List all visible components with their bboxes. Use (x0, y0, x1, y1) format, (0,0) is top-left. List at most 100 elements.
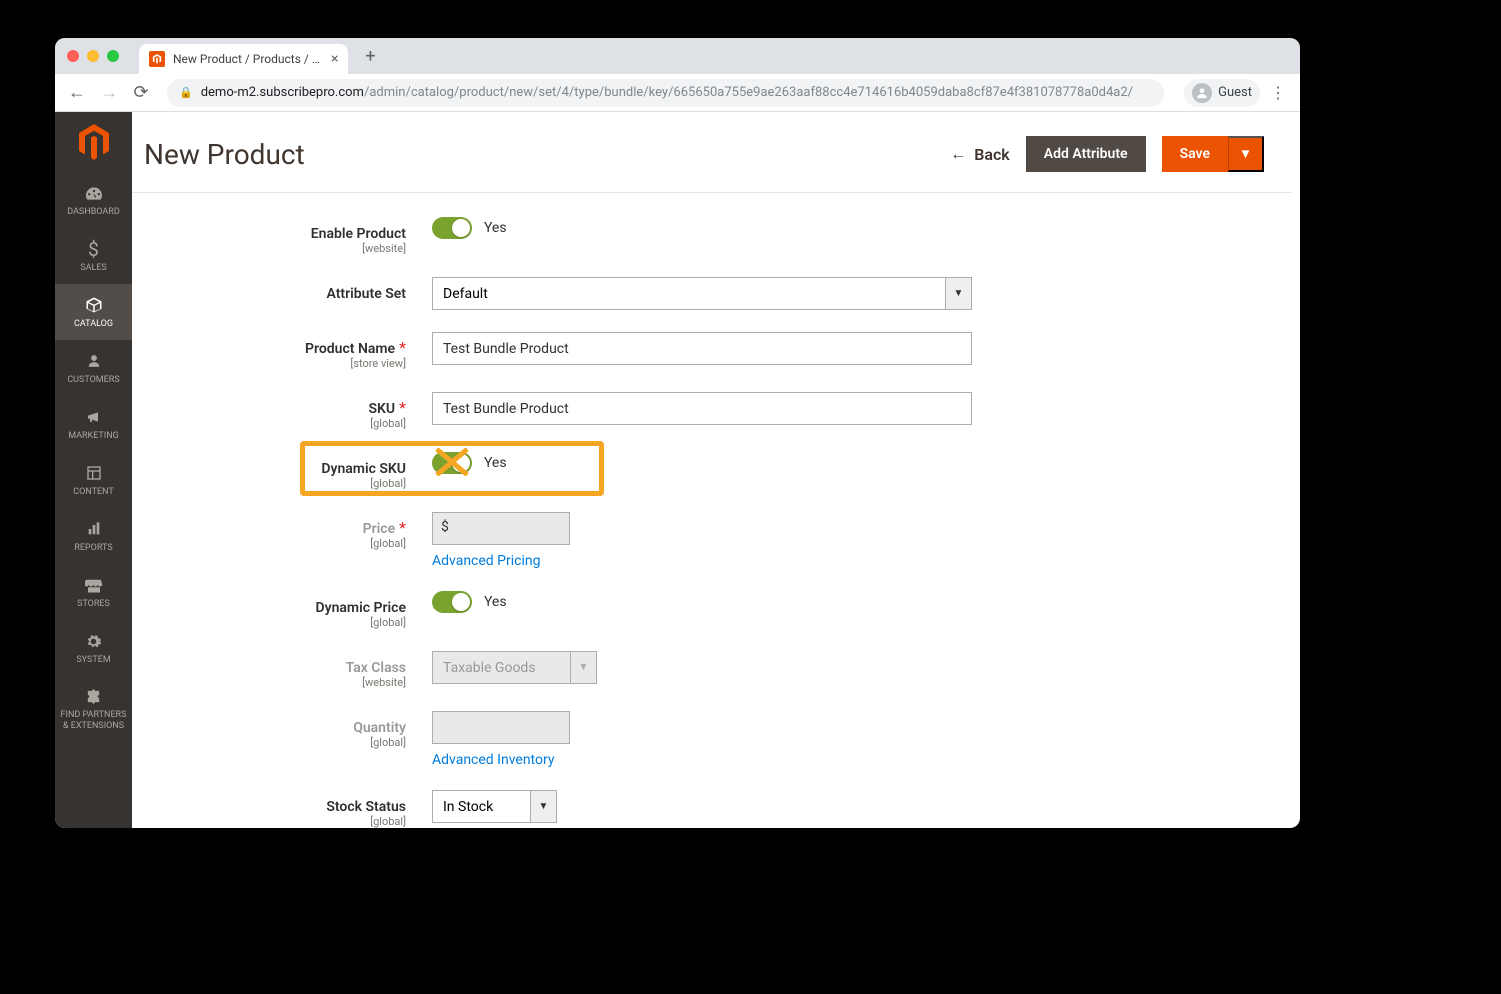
field-label: Enable Product (311, 226, 406, 242)
field-label: Quantity (353, 720, 406, 736)
new-tab-button[interactable]: + (356, 46, 384, 67)
browser-window: New Product / Products / Inven × + ← → ⟳… (55, 38, 1300, 828)
forward-button[interactable]: → (95, 79, 123, 107)
add-attribute-button[interactable]: Add Attribute (1026, 136, 1146, 172)
sidebar-item-sales[interactable]: $ SALES (55, 228, 132, 284)
required-mark: * (399, 518, 406, 537)
stock-status-select[interactable]: In Stock ▼ (432, 790, 557, 823)
sidebar-item-content[interactable]: CONTENT (55, 452, 132, 508)
chevron-down-icon: ▼ (571, 651, 597, 684)
field-price: Price* [global] $ Advanced Pricing (132, 512, 1292, 569)
nav-label: CATALOG (74, 319, 113, 329)
field-label: SKU (368, 401, 395, 417)
puzzle-icon (85, 686, 102, 706)
nav-label: CONTENT (73, 487, 114, 497)
back-link[interactable]: ← Back (950, 144, 1010, 164)
chevron-down-icon: ▼ (946, 277, 972, 310)
main-content: New Product ← Back Add Attribute Save ▼ (132, 112, 1300, 828)
dollar-icon: $ (88, 239, 99, 259)
close-window-button[interactable] (67, 50, 79, 62)
magento-admin: DASHBOARD $ SALES CATALOG CUSTOMERS (55, 112, 1300, 828)
nav-label: SALES (80, 263, 107, 273)
field-enable-product: Enable Product [website] Yes (132, 217, 1292, 255)
field-dynamic-price: Dynamic Price [global] Yes (132, 591, 1292, 629)
megaphone-icon (85, 407, 103, 427)
save-button[interactable]: Save (1162, 136, 1228, 172)
sidebar-item-marketing[interactable]: MARKETING (55, 396, 132, 452)
nav-label: DASHBOARD (67, 207, 119, 217)
field-scope: [global] (132, 616, 406, 629)
field-scope: [website] (132, 676, 406, 689)
nav-label: FIND PARTNERS & EXTENSIONS (58, 710, 129, 732)
lock-icon: 🔒 (179, 86, 193, 99)
tab-title: New Product / Products / Inven (173, 52, 323, 66)
close-tab-icon[interactable]: × (331, 51, 338, 67)
dynamic-sku-toggle[interactable] (432, 452, 472, 474)
chevron-down-icon: ▼ (531, 790, 557, 823)
field-label: Dynamic Price (316, 600, 406, 616)
sidebar-item-stores[interactable]: STORES (55, 564, 132, 620)
save-dropdown-toggle[interactable]: ▼ (1228, 136, 1264, 172)
currency-symbol: $ (441, 519, 449, 535)
field-label: Tax Class (346, 660, 406, 676)
address-bar[interactable]: 🔒 demo-m2.subscribepro.com/admin/catalog… (167, 79, 1164, 107)
profile-chip[interactable]: Guest (1184, 79, 1260, 107)
profile-label: Guest (1218, 85, 1252, 100)
enable-product-toggle[interactable] (432, 217, 472, 239)
field-label: Price (363, 521, 396, 537)
sidebar-item-catalog[interactable]: CATALOG (55, 284, 132, 340)
nav-label: CUSTOMERS (67, 375, 119, 385)
dynamic-price-toggle[interactable] (432, 591, 472, 613)
admin-sidebar: DASHBOARD $ SALES CATALOG CUSTOMERS (55, 112, 132, 828)
toggle-state: Yes (484, 594, 507, 610)
select-value: Default (432, 277, 946, 310)
attribute-set-select[interactable]: Default ▼ (432, 277, 972, 310)
field-scope: [store view] (132, 357, 406, 370)
select-value: In Stock (432, 790, 531, 823)
sidebar-item-reports[interactable]: REPORTS (55, 508, 132, 564)
select-value: Taxable Goods (432, 651, 571, 684)
sidebar-item-system[interactable]: SYSTEM (55, 620, 132, 676)
field-scope: [global] (132, 477, 406, 490)
advanced-inventory-link[interactable]: Advanced Inventory (432, 752, 554, 768)
back-button[interactable]: ← (63, 79, 91, 107)
person-icon (87, 351, 101, 371)
field-label: Product Name (305, 341, 395, 357)
price-input (432, 512, 570, 545)
sidebar-item-dashboard[interactable]: DASHBOARD (55, 172, 132, 228)
field-scope: [global] (132, 537, 406, 550)
chrome-toolbar: ← → ⟳ 🔒 demo-m2.subscribepro.com/admin/c… (55, 74, 1300, 112)
field-attribute-set: Attribute Set Default ▼ (132, 277, 1292, 310)
product-name-input[interactable] (432, 332, 972, 365)
nav-label: STORES (77, 599, 110, 609)
required-mark: * (399, 398, 406, 417)
minimize-window-button[interactable] (87, 50, 99, 62)
sku-input[interactable] (432, 392, 972, 425)
field-scope: [global] (132, 815, 406, 828)
field-label: Attribute Set (327, 286, 407, 302)
advanced-pricing-link[interactable]: Advanced Pricing (432, 553, 540, 569)
magento-logo[interactable] (55, 112, 132, 172)
nav-label: MARKETING (68, 431, 119, 441)
url-host: demo-m2.subscribepro.com (201, 85, 364, 100)
chrome-menu-icon[interactable]: ⋮ (1264, 83, 1292, 102)
sidebar-item-customers[interactable]: CUSTOMERS (55, 340, 132, 396)
avatar-icon (1192, 83, 1212, 103)
gear-icon (85, 631, 102, 651)
reload-button[interactable]: ⟳ (127, 79, 155, 107)
field-scope: [website] (132, 242, 406, 255)
maximize-window-button[interactable] (107, 50, 119, 62)
store-icon (85, 575, 103, 595)
page-title: New Product (144, 138, 305, 171)
nav-label: SYSTEM (76, 655, 110, 665)
nav-label: REPORTS (74, 543, 112, 553)
browser-tab[interactable]: New Product / Products / Inven × (139, 44, 348, 74)
field-tax-class: Tax Class [website] Taxable Goods ▼ (132, 651, 1292, 689)
chart-icon (86, 519, 102, 539)
toggle-state: Yes (484, 220, 507, 236)
sidebar-item-partners[interactable]: FIND PARTNERS & EXTENSIONS (55, 676, 132, 742)
field-scope: [global] (132, 417, 406, 430)
back-label: Back (974, 145, 1010, 164)
field-label: Dynamic SKU (321, 461, 406, 477)
save-button-group: Save ▼ (1162, 136, 1264, 172)
